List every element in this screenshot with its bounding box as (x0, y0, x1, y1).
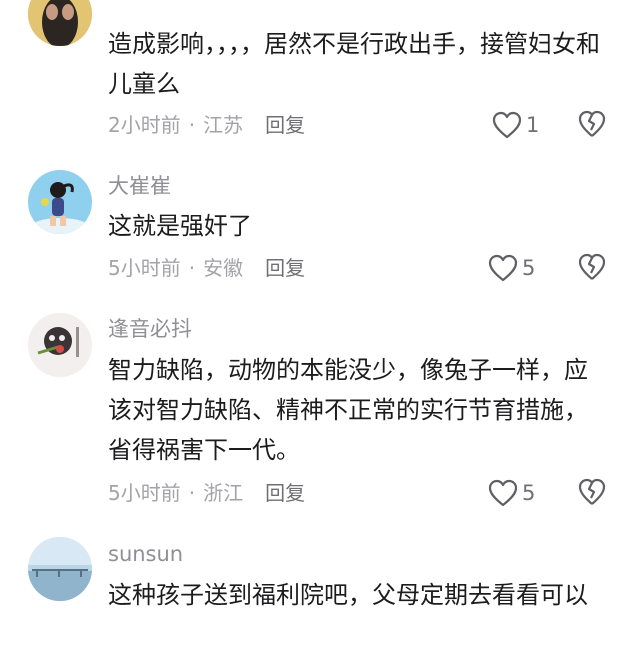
reply-button[interactable]: 回复 (265, 113, 305, 137)
broken-heart-icon (578, 253, 606, 280)
avatar[interactable] (28, 0, 92, 46)
like-button[interactable]: 1 (492, 109, 552, 141)
comment-meta: 5小时前 · 安徽 回复 (108, 253, 305, 283)
comment-time: 5小时前 (108, 481, 181, 505)
heart-outline-icon (488, 254, 518, 282)
reply-button[interactable]: 回复 (265, 481, 305, 505)
comment-meta: 2小时前 · 江苏 回复 (108, 110, 305, 140)
dislike-button[interactable] (578, 110, 608, 140)
broken-heart-icon (578, 478, 606, 505)
reply-button[interactable]: 回复 (265, 256, 305, 280)
avatar[interactable] (28, 537, 92, 601)
comment-username[interactable]: 大崔崔 (108, 172, 171, 200)
comment-username[interactable]: 逢音必抖 (108, 315, 192, 343)
meta-separator: · (188, 113, 196, 137)
comment-item: sunsun 这种孩子送到福利院吧，父母定期去看看可以 (0, 535, 640, 667)
comment-location: 安徽 (203, 256, 244, 280)
comment-location: 江苏 (203, 113, 244, 137)
like-button[interactable]: 5 (488, 252, 548, 284)
comment-time: 2小时前 (108, 113, 181, 137)
like-count: 5 (522, 481, 536, 505)
comment-text: 这种孩子送到福利院吧，父母定期去看看可以 (108, 581, 588, 609)
meta-separator: · (188, 481, 196, 505)
comment-item: 大崔崔 这就是强奸了 5小时前 · 安徽 回复 5 (0, 150, 640, 305)
comment-meta: 5小时前 · 浙江 回复 (108, 478, 305, 508)
comment-text: 这就是强奸了 (108, 212, 252, 240)
meta-separator: · (188, 256, 196, 280)
avatar[interactable] (28, 170, 92, 234)
dislike-button[interactable] (578, 478, 608, 508)
comment-time: 5小时前 (108, 256, 181, 280)
broken-heart-icon (578, 110, 606, 137)
comment-text: 智力缺陷，动物的本能没少，像兔子一样，应该对智力缺陷、精神不正常的实行节育措施，… (108, 356, 588, 464)
comment-username[interactable]: sunsun (108, 540, 183, 568)
heart-outline-icon (488, 479, 518, 507)
comment-item: 造成影响，，，，居然不是行政出手，接管妇女和儿童么 2小时前 · 江苏 回复 1 (0, 0, 640, 150)
heart-outline-icon (492, 111, 522, 139)
avatar[interactable] (28, 313, 92, 377)
comment-item: 逢音必抖 智力缺陷，动物的本能没少，像兔子一样，应该对智力缺陷、精神不正常的实行… (0, 305, 640, 535)
like-button[interactable]: 5 (488, 477, 548, 509)
dislike-button[interactable] (578, 253, 608, 283)
like-count: 1 (526, 113, 540, 137)
like-count: 5 (522, 256, 536, 280)
comment-location: 浙江 (203, 481, 244, 505)
comment-text: 造成影响，，，，居然不是行政出手，接管妇女和儿童么 (108, 30, 600, 98)
